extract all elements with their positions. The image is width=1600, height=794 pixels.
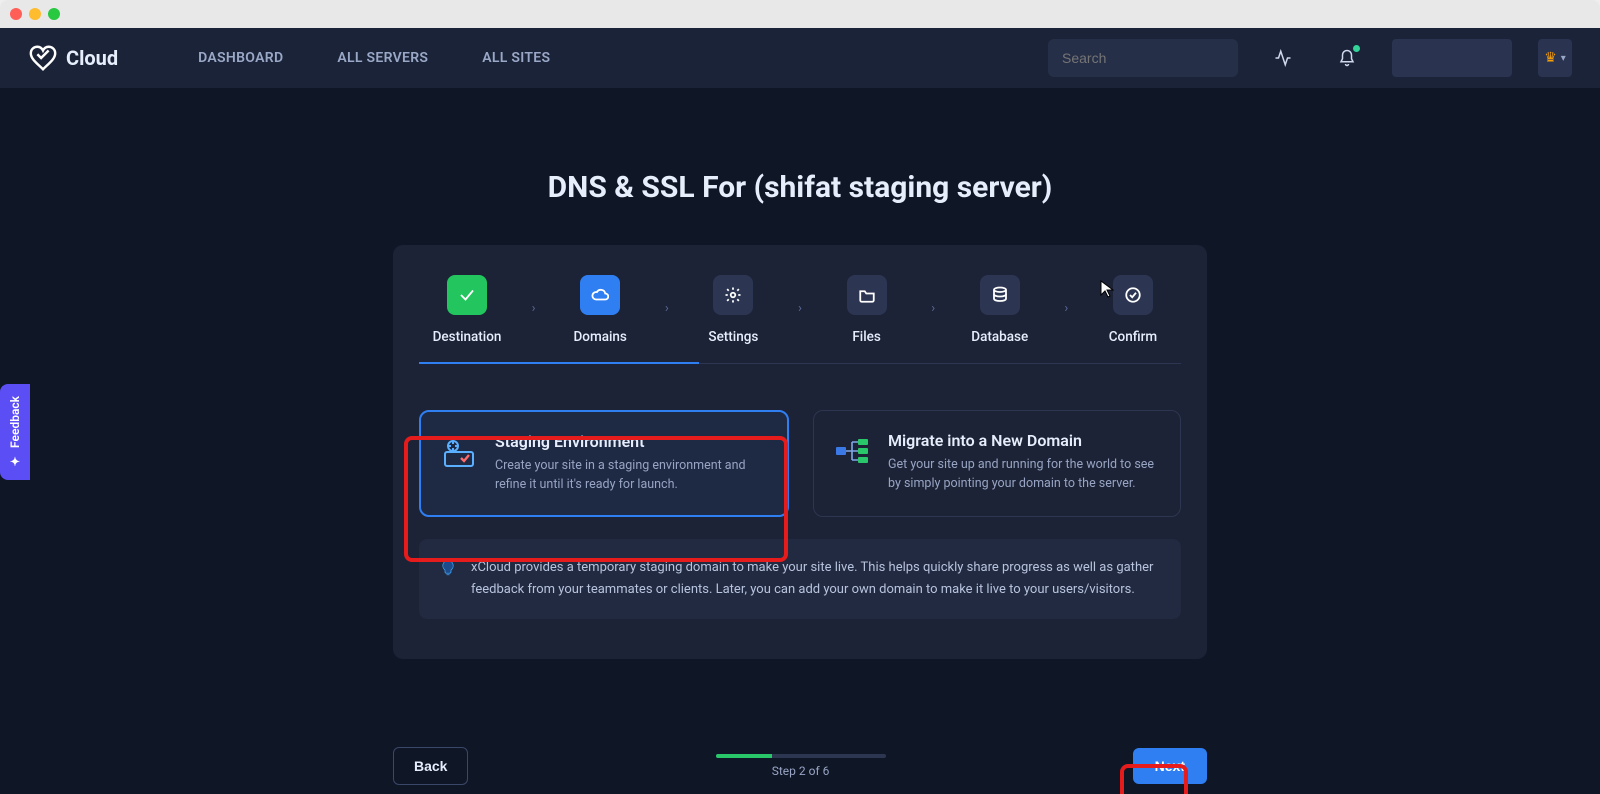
- chevron-right-icon: ›: [665, 301, 669, 316]
- check-icon: [458, 286, 476, 304]
- mac-close-dot[interactable]: [10, 8, 22, 20]
- account-menu[interactable]: ♛▾: [1538, 39, 1572, 77]
- nav-link-all-sites[interactable]: ALL SITES: [468, 44, 564, 72]
- search-input[interactable]: [1062, 50, 1243, 66]
- sparkle-icon: ✦: [8, 454, 22, 468]
- chevron-right-icon: ›: [798, 301, 802, 316]
- top-nav: Cloud DASHBOARD ALL SERVERS ALL SITES ♛▾: [0, 28, 1600, 88]
- notification-dot: [1353, 45, 1360, 52]
- option-title: Staging Environment: [495, 432, 767, 451]
- chevron-right-icon: ›: [532, 301, 536, 316]
- feedback-label: Feedback: [8, 396, 22, 448]
- wizard-panel: Destination › Domains › Settings › Files…: [393, 245, 1207, 659]
- next-button[interactable]: Next: [1133, 748, 1207, 784]
- step-domains[interactable]: Domains: [552, 275, 648, 363]
- step-label: Confirm: [1109, 329, 1157, 345]
- domain-options: Staging Environment Create your site in …: [419, 410, 1181, 517]
- feedback-tab[interactable]: ✦ Feedback: [0, 384, 30, 480]
- heart-cloud-icon: [28, 43, 58, 73]
- info-callout: xCloud provides a temporary staging doma…: [419, 539, 1181, 619]
- crown-icon: ♛: [1544, 50, 1557, 66]
- step-indicator: Destination › Domains › Settings › Files…: [419, 275, 1181, 364]
- wizard-footer: Back Step 2 of 6 Next: [0, 738, 1600, 794]
- nav-link-dashboard[interactable]: DASHBOARD: [184, 44, 297, 72]
- progress-label: Step 2 of 6: [772, 764, 830, 778]
- app-root: Cloud DASHBOARD ALL SERVERS ALL SITES ♛▾…: [0, 28, 1600, 794]
- user-avatar-block[interactable]: [1392, 39, 1512, 77]
- step-underline: [419, 362, 699, 364]
- activity-icon[interactable]: [1264, 39, 1302, 77]
- step-database[interactable]: Database: [952, 275, 1048, 363]
- migrate-icon: [832, 431, 872, 471]
- mac-titlebar: [0, 0, 1600, 28]
- step-label: Destination: [433, 329, 502, 345]
- back-button[interactable]: Back: [393, 747, 468, 785]
- option-desc: Create your site in a staging environmen…: [495, 457, 767, 495]
- step-label: Settings: [708, 329, 758, 345]
- database-icon: [991, 286, 1009, 304]
- bell-icon[interactable]: [1328, 39, 1366, 77]
- lightbulb-icon: [439, 559, 457, 577]
- step-label: Files: [852, 329, 881, 345]
- step-files[interactable]: Files: [819, 275, 915, 363]
- step-label: Domains: [573, 329, 626, 345]
- chevron-right-icon: ›: [931, 301, 935, 316]
- option-staging-environment[interactable]: Staging Environment Create your site in …: [419, 410, 789, 517]
- gear-icon: [724, 286, 742, 304]
- progress-fill: [716, 754, 772, 758]
- nav-link-all-servers[interactable]: ALL SERVERS: [323, 44, 442, 72]
- option-migrate-new-domain[interactable]: Migrate into a New Domain Get your site …: [813, 410, 1181, 517]
- progress-track: [716, 754, 886, 758]
- brand-text: Cloud: [66, 46, 118, 70]
- mac-minimize-dot[interactable]: [29, 8, 41, 20]
- page-title: DNS & SSL For (shifat staging server): [0, 170, 1600, 205]
- search-box[interactable]: [1048, 39, 1238, 77]
- confirm-icon: [1124, 286, 1142, 304]
- chevron-down-icon: ▾: [1561, 53, 1566, 64]
- option-title: Migrate into a New Domain: [888, 431, 1160, 450]
- brand-logo[interactable]: Cloud: [28, 43, 118, 73]
- step-label: Database: [971, 329, 1028, 345]
- mac-zoom-dot[interactable]: [48, 8, 60, 20]
- info-text: xCloud provides a temporary staging doma…: [471, 557, 1161, 601]
- step-confirm[interactable]: Confirm: [1085, 275, 1181, 363]
- step-settings[interactable]: Settings: [685, 275, 781, 363]
- folder-icon: [858, 286, 876, 304]
- staging-icon: [439, 432, 479, 472]
- chevron-right-icon: ›: [1064, 301, 1068, 316]
- step-destination[interactable]: Destination: [419, 275, 515, 363]
- cloud-icon: [591, 286, 609, 304]
- option-desc: Get your site up and running for the wor…: [888, 456, 1160, 494]
- progress-indicator: Step 2 of 6: [468, 754, 1132, 778]
